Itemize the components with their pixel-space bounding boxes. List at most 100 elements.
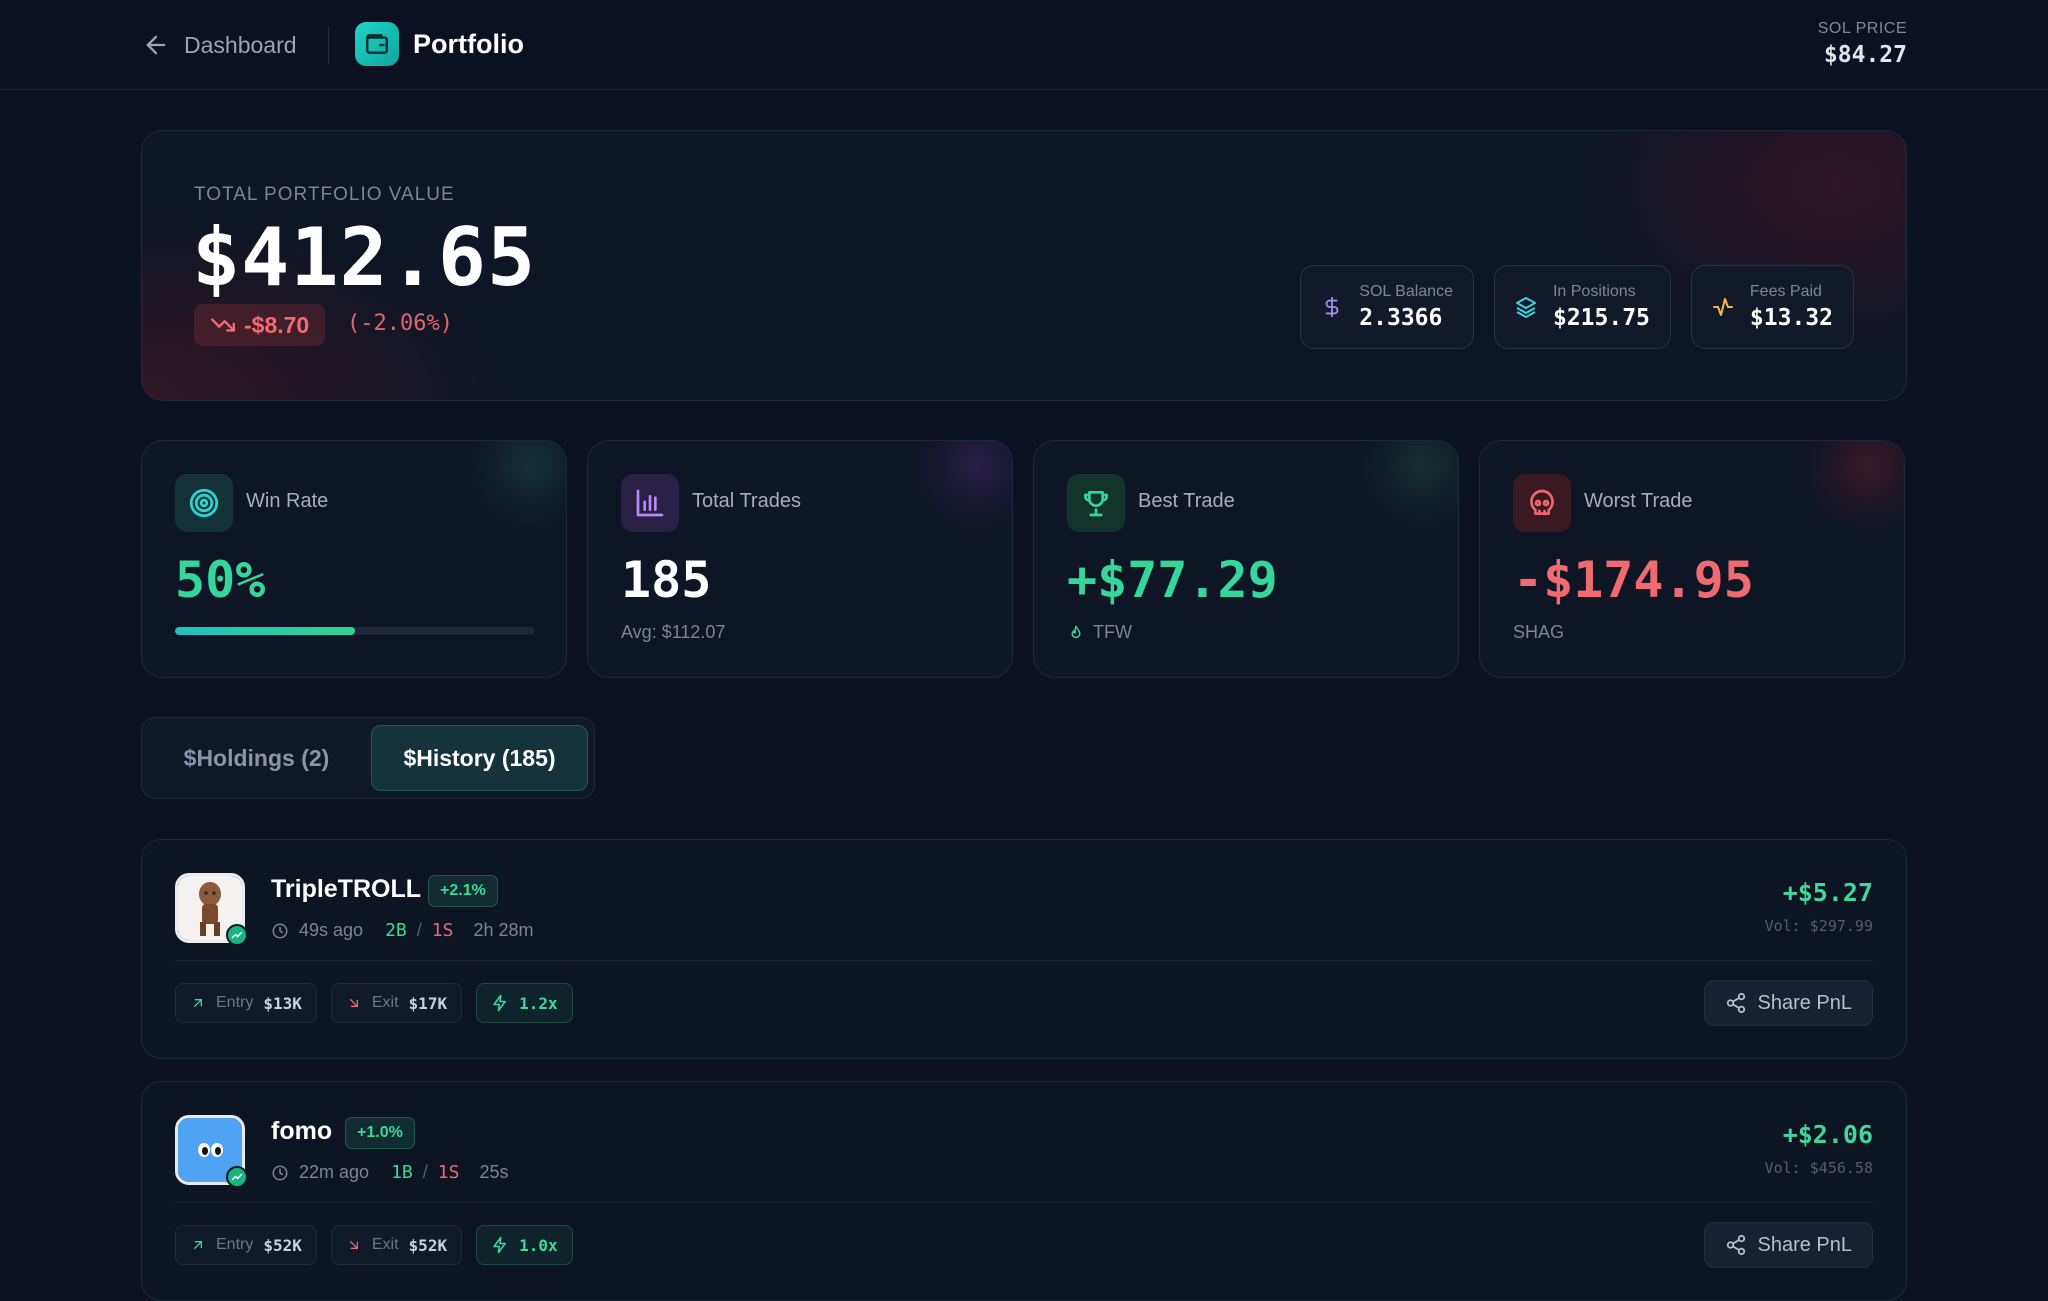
entry-chip: Entry $13K <box>175 983 317 1023</box>
win-rate-card: Win Rate 50% <box>141 440 567 678</box>
skull-icon <box>1513 474 1571 532</box>
multiplier-chip: 1.2x <box>476 983 573 1023</box>
portfolio-change-percent: (-2.06%) <box>347 311 453 336</box>
token-change-badge: +2.1% <box>428 875 498 907</box>
tab-history[interactable]: $History (185) <box>371 725 588 791</box>
clock-icon <box>272 1165 288 1180</box>
multiplier-value: 1.2x <box>519 993 558 1013</box>
portfolio-tabs: $Holdings (2) $History (185) <box>141 717 595 799</box>
trade-pnl: +$5.27 <box>1782 878 1873 907</box>
sol-price-value: $84.27 <box>1823 42 1907 68</box>
arrow-down-right-icon <box>349 1241 358 1249</box>
best-trade-token: TFW <box>1067 622 1132 643</box>
tab-holdings[interactable]: $Holdings (2) <box>148 725 365 791</box>
row-divider <box>175 960 1873 961</box>
fees-paid-label: Fees Paid <box>1749 283 1822 300</box>
portfolio-change-value: -$8.70 <box>244 311 310 338</box>
buy-sell-separator: / <box>416 920 422 940</box>
trade-pnl: +$2.06 <box>1782 1120 1873 1149</box>
total-trades-title: Total Trades <box>692 490 801 512</box>
win-rate-progress <box>175 627 535 635</box>
trade-time: 49s ago <box>299 920 364 940</box>
best-trade-card: Best Trade +$77.29 TFW <box>1033 440 1459 678</box>
buy-count: 1B <box>391 1162 413 1183</box>
sol-balance-value: 2.3366 <box>1359 305 1443 331</box>
buy-sell-separator: / <box>422 1162 428 1182</box>
trade-meta: 22m ago 1B / 1S 25s <box>271 1162 508 1183</box>
trade-row[interactable]: TripleTROLL +2.1% 49s ago 2B / 1S 2h 28m… <box>141 839 1907 1059</box>
trade-chips: Entry $13K Exit $17K 1.2x <box>175 983 573 1023</box>
page-title: Portfolio <box>413 28 524 59</box>
back-label: Dashboard <box>184 31 297 58</box>
portfolio-change-badge: -$8.70 <box>194 304 326 346</box>
share-icon <box>1727 1234 1746 1256</box>
trending-down-icon <box>210 318 236 332</box>
sell-count: 1S <box>437 1162 460 1183</box>
share-pnl-button[interactable]: Share PnL <box>1704 980 1873 1026</box>
flame-icon <box>1071 625 1081 638</box>
entry-label: Entry <box>216 1236 254 1253</box>
trade-chips: Entry $52K Exit $52K 1.0x <box>175 1225 573 1265</box>
trade-volume: Vol: $456.58 <box>1764 1159 1873 1177</box>
best-trade-title: Best Trade <box>1138 490 1235 512</box>
share-icon <box>1727 992 1746 1014</box>
lightning-icon <box>493 994 507 1012</box>
win-rate-progress-fill <box>175 627 355 635</box>
portfolio-mini-stats: SOL Balance 2.3366 In Positions $215.75 … <box>1300 265 1854 349</box>
token-change-badge: +1.0% <box>345 1117 415 1149</box>
entry-value: $13K <box>263 993 302 1013</box>
worst-trade-card: Worst Trade -$174.95 SHAG <box>1479 440 1905 678</box>
in-positions-stat: In Positions $215.75 <box>1493 265 1671 349</box>
exit-value: $52K <box>408 1235 448 1255</box>
card-glow <box>1358 441 1458 531</box>
hold-duration: 25s <box>479 1162 509 1182</box>
multiplier-chip: 1.0x <box>476 1225 573 1265</box>
win-rate-title: Win Rate <box>246 490 329 512</box>
card-glow <box>912 441 1012 531</box>
target-icon <box>175 474 233 532</box>
fees-paid-stat: Fees Paid $13.32 <box>1690 265 1854 349</box>
trade-row[interactable]: fomo +1.0% 22m ago 1B / 1S 25s +$2.06 Vo… <box>141 1081 1907 1301</box>
back-to-dashboard-button[interactable]: Dashboard <box>142 24 297 66</box>
worst-trade-value: -$174.95 <box>1513 551 1754 609</box>
multiplier-value: 1.0x <box>519 1235 558 1255</box>
trending-up-icon <box>226 924 248 946</box>
bar-chart-icon <box>621 474 679 532</box>
win-rate-value: 50% <box>175 551 266 609</box>
row-divider <box>175 1202 1873 1203</box>
trade-time: 22m ago <box>299 1162 370 1182</box>
sol-balance-label: SOL Balance <box>1359 283 1453 300</box>
sol-price-display: SOL PRICE $84.27 <box>1818 20 1907 68</box>
trophy-icon <box>1067 474 1125 532</box>
wallet-icon <box>355 22 399 66</box>
worst-trade-title: Worst Trade <box>1584 490 1693 512</box>
buy-count: 2B <box>385 920 407 941</box>
total-trades-card: Total Trades 185 Avg: $112.07 <box>587 440 1013 678</box>
card-glow <box>466 441 566 531</box>
lightning-icon <box>493 1236 507 1254</box>
best-trade-token-label: TFW <box>1093 622 1132 642</box>
token-name[interactable]: fomo <box>271 1117 332 1146</box>
trade-meta: 49s ago 2B / 1S 2h 28m <box>271 920 534 941</box>
arrow-down-right-icon <box>349 999 358 1007</box>
best-trade-value: +$77.29 <box>1067 551 1278 609</box>
worst-trade-token: SHAG <box>1513 622 1565 642</box>
entry-value: $52K <box>263 1235 302 1255</box>
total-trades-average: Avg: $112.07 <box>621 622 726 642</box>
total-trades-value: 185 <box>621 551 712 609</box>
exit-label: Exit <box>371 994 399 1011</box>
entry-chip: Entry $52K <box>175 1225 317 1265</box>
clock-icon <box>272 923 288 938</box>
top-bar: Dashboard Portfolio SOL PRICE $84.27 <box>0 0 2048 90</box>
portfolio-value-label: TOTAL PORTFOLIO VALUE <box>194 184 455 205</box>
share-pnl-label: Share PnL <box>1757 991 1852 1014</box>
arrow-left-icon <box>146 35 166 55</box>
fees-paid-value: $13.32 <box>1749 305 1833 331</box>
token-name[interactable]: TripleTROLL <box>271 875 421 904</box>
sol-balance-stat: SOL Balance 2.3366 <box>1300 265 1474 349</box>
share-pnl-button[interactable]: Share PnL <box>1704 1222 1873 1268</box>
hold-duration: 2h 28m <box>473 920 534 940</box>
share-pnl-label: Share PnL <box>1757 1233 1852 1256</box>
in-positions-value: $215.75 <box>1552 305 1650 331</box>
trade-volume: Vol: $297.99 <box>1764 917 1873 935</box>
